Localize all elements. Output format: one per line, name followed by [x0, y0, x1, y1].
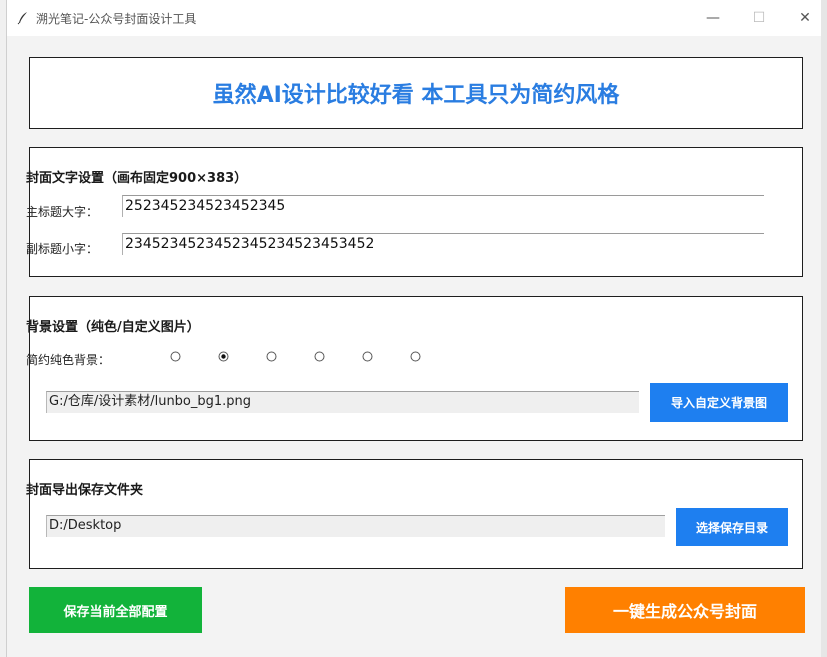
- sub-title-input[interactable]: 2345234523452345234523453452: [122, 233, 764, 255]
- cover-text-section-title: 封面文字设置（画布固定900×383）: [26, 171, 248, 186]
- banner-heading: 虽然AI设计比较好看 本工具只为简约风格: [212, 83, 620, 108]
- app-window: 溯光笔记-公众号封面设计工具 — ☐ ✕ 虽然AI设计比较好看 本工具只为简约风…: [6, 0, 827, 657]
- maximize-icon: ☐: [752, 10, 766, 26]
- solid-color-radio-3[interactable]: [266, 351, 277, 362]
- title-bar: 溯光笔记-公众号封面设计工具 — ☐ ✕: [7, 0, 827, 36]
- solid-color-radio-1[interactable]: [170, 351, 181, 362]
- solid-color-radio-4[interactable]: [314, 351, 325, 362]
- export-folder-path-field[interactable]: D:/Desktop: [46, 515, 665, 537]
- main-content: 虽然AI设计比较好看 本工具只为简约风格 封面文字设置（画布固定900×383）…: [7, 36, 827, 657]
- solid-color-radio-6[interactable]: [410, 351, 421, 362]
- choose-save-folder-button[interactable]: 选择保存目录: [676, 508, 788, 546]
- background-window-edge: [821, 0, 827, 657]
- main-title-label: 主标题大字：: [26, 205, 99, 219]
- minimize-button[interactable]: —: [690, 0, 736, 36]
- window-title: 溯光笔记-公众号封面设计工具: [36, 12, 197, 26]
- maximize-button[interactable]: ☐: [736, 0, 782, 36]
- generate-cover-button[interactable]: 一键生成公众号封面: [565, 587, 805, 633]
- feather-icon: [17, 12, 27, 25]
- close-icon: ✕: [799, 10, 811, 26]
- sub-title-label: 副标题小字：: [26, 242, 99, 256]
- solid-color-radio-2[interactable]: [218, 351, 229, 362]
- banner-panel: 虽然AI设计比较好看 本工具只为简约风格: [29, 57, 803, 129]
- background-section-title: 背景设置（纯色/自定义图片）: [26, 320, 200, 335]
- export-section-title: 封面导出保存文件夹: [26, 483, 144, 498]
- minimize-icon: —: [706, 10, 720, 26]
- import-background-button[interactable]: 导入自定义背景图: [650, 383, 788, 422]
- solid-color-radio-5[interactable]: [362, 351, 373, 362]
- main-title-input[interactable]: 252345234523452345: [122, 195, 764, 217]
- save-config-button[interactable]: 保存当前全部配置: [29, 587, 202, 633]
- background-image-path-field[interactable]: G:/仓库/设计素材/lunbo_bg1.png: [46, 391, 639, 413]
- solid-background-label: 简约纯色背景：: [26, 353, 111, 367]
